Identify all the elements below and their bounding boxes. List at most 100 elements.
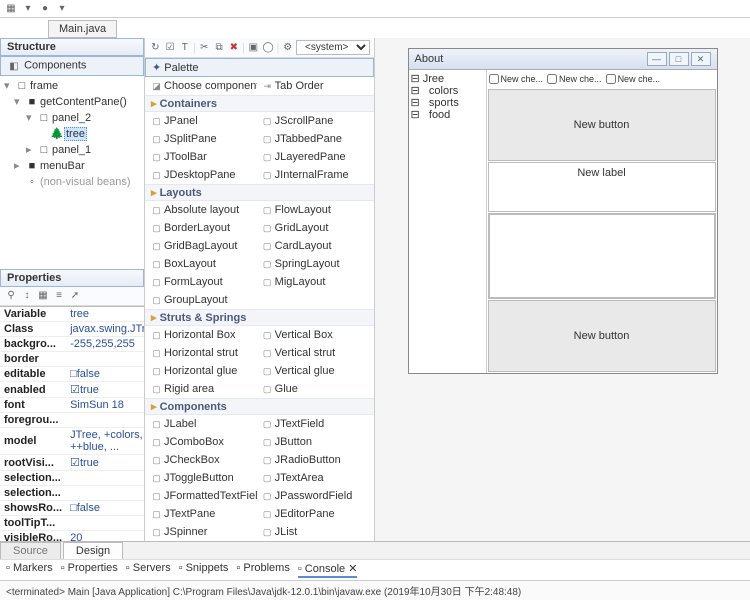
palette-item[interactable]: ▢JScrollPane — [262, 113, 368, 129]
palette-item[interactable]: ▢JLayeredPane — [262, 149, 368, 165]
property-row[interactable]: toolTipT... — [0, 516, 144, 531]
text-icon[interactable]: T — [178, 41, 191, 55]
palette-category[interactable]: Layouts — [145, 184, 374, 201]
palette-item[interactable]: ▢JFormattedTextField — [151, 488, 257, 504]
minimize-button[interactable]: — — [647, 52, 667, 66]
tree-node[interactable]: 🌲tree — [2, 126, 142, 142]
palette-item[interactable]: ▢GridBagLayout — [151, 238, 257, 254]
property-row[interactable]: showsRo...□false — [0, 501, 144, 516]
tree-node[interactable]: ◦(non-visual beans) — [2, 174, 142, 190]
view-tab[interactable]: ▫ Snippets — [179, 562, 229, 578]
view-tab[interactable]: ▫ Markers — [6, 562, 53, 578]
preview-checkbox[interactable]: New che... — [606, 74, 661, 84]
palette-item[interactable]: ▢Horizontal Box — [151, 327, 257, 343]
delete-icon[interactable]: ✖ — [227, 41, 240, 55]
palette-item[interactable]: ▢JCheckBox — [151, 452, 257, 468]
tab-design[interactable]: Design — [63, 542, 123, 559]
properties-table[interactable]: VariabletreeClassjavax.swing.JTreebackgr… — [0, 307, 144, 541]
palette-item[interactable]: ▢Vertical Box — [262, 327, 368, 343]
palette-item[interactable]: ▢Rigid area — [151, 381, 257, 397]
property-row[interactable]: selection... — [0, 471, 144, 486]
prop-icon[interactable]: ▦ — [36, 289, 50, 303]
property-row[interactable]: fontSimSun 18 — [0, 398, 144, 413]
preview-checkbox[interactable]: New che... — [547, 74, 602, 84]
palette-item[interactable]: ▢JTabbedPane — [262, 131, 368, 147]
palette-category[interactable]: Struts & Springs — [145, 309, 374, 326]
tool-icon[interactable]: ◯ — [262, 41, 275, 55]
tab-order[interactable]: ⇥Tab Order — [262, 78, 368, 94]
close-button[interactable]: ✕ — [691, 52, 711, 66]
palette-item[interactable]: ▢JToggleButton — [151, 470, 257, 486]
palette-item[interactable]: ▢JInternalFrame — [262, 167, 368, 183]
preview-checkbox[interactable]: New che... — [489, 74, 544, 84]
property-row[interactable]: editable□false — [0, 367, 144, 382]
palette-item[interactable]: ▢Vertical glue — [262, 363, 368, 379]
palette-item[interactable]: ▢BorderLayout — [151, 220, 257, 236]
palette-category[interactable]: Containers — [145, 95, 374, 112]
tree-node[interactable]: ▾■getContentPane() — [2, 94, 142, 110]
view-tab[interactable]: ▫ Problems — [236, 562, 289, 578]
palette-item[interactable]: ▢JComboBox — [151, 434, 257, 450]
palette-item[interactable]: ▢JDesktopPane — [151, 167, 257, 183]
palette-item[interactable]: ▢BoxLayout — [151, 256, 257, 272]
property-row[interactable]: Variabletree — [0, 307, 144, 322]
palette-body[interactable]: Containers▢JPanel ▢JScrollPane ▢JSplitPane… — [145, 95, 374, 541]
palette-item[interactable]: ▢Horizontal strut — [151, 345, 257, 361]
tool-icon[interactable]: ▦ — [4, 2, 18, 16]
property-row[interactable]: foregrou... — [0, 413, 144, 428]
gear-icon[interactable]: ⚙ — [281, 41, 294, 55]
palette-item[interactable]: ▢JSplitPane — [151, 131, 257, 147]
property-row[interactable]: selection... — [0, 486, 144, 501]
view-tab[interactable]: ▫ Servers — [126, 562, 171, 578]
dropdown-icon[interactable]: ▾ — [55, 2, 69, 16]
maximize-button[interactable]: □ — [669, 52, 689, 66]
palette-item[interactable]: ▢Horizontal glue — [151, 363, 257, 379]
palette-item[interactable]: ▢JTextPane — [151, 506, 257, 522]
property-row[interactable]: Classjavax.swing.JTree — [0, 322, 144, 337]
copy-icon[interactable]: ⧉ — [213, 41, 226, 55]
property-row[interactable]: visibleRo...20 — [0, 531, 144, 541]
palette-item[interactable]: ▢JPanel — [151, 113, 257, 129]
palette-item[interactable]: ▢JTextField — [262, 416, 368, 432]
tree-node[interactable]: ▸□panel_1 — [2, 142, 142, 158]
property-row[interactable]: backgro...-255,255,255 — [0, 337, 144, 352]
preview-tree[interactable]: ⊟ Jree⊟ colors⊟ sports⊟ food — [409, 70, 487, 373]
tree-node[interactable]: ▾□panel_2 — [2, 110, 142, 126]
view-tab[interactable]: ▫ Properties — [61, 562, 118, 578]
tree-node[interactable]: ▾□frame — [2, 78, 142, 94]
goto-icon[interactable]: ➚ — [68, 289, 82, 303]
palette-item[interactable]: ▢FlowLayout — [262, 202, 368, 218]
preview-new-button-1[interactable]: New button — [488, 89, 716, 161]
palette-item[interactable]: ▢GridLayout — [262, 220, 368, 236]
dropdown-icon[interactable]: ▾ — [21, 2, 35, 16]
property-row[interactable]: rootVisi...☑true — [0, 455, 144, 471]
palette-item[interactable]: ▢GroupLayout — [151, 292, 257, 308]
palette-item[interactable]: ▢CardLayout — [262, 238, 368, 254]
view-tab[interactable]: ▫ Console ✕ — [298, 562, 358, 578]
palette-item[interactable]: ▢FormLayout — [151, 274, 257, 290]
palette-item[interactable]: ▢Absolute layout — [151, 202, 257, 218]
component-tree[interactable]: ▾□frame▾■getContentPane()▾□panel_2🌲tree▸… — [0, 76, 144, 192]
property-row[interactable]: border — [0, 352, 144, 367]
palette-item[interactable]: ▢JButton — [262, 434, 368, 450]
palette-item[interactable]: ▢JToolBar — [151, 149, 257, 165]
palette-item[interactable]: ▢JEditorPane — [262, 506, 368, 522]
tool-icon[interactable]: ☑ — [164, 41, 177, 55]
palette-category[interactable]: Components — [145, 398, 374, 415]
palette-item[interactable]: ▢JLabel — [151, 416, 257, 432]
prop-icon[interactable]: ≡ — [52, 289, 66, 303]
palette-item[interactable]: ▢JSpinner — [151, 524, 257, 540]
palette-item[interactable]: ▢SpringLayout — [262, 256, 368, 272]
palette-item[interactable]: ▢Vertical strut — [262, 345, 368, 361]
cut-icon[interactable]: ✂ — [198, 41, 211, 55]
palette-item[interactable]: ▢JList — [262, 524, 368, 540]
palette-item[interactable]: ▢JPasswordField — [262, 488, 368, 504]
tool-icon[interactable]: ● — [38, 2, 52, 16]
preview-new-button-2[interactable]: New button — [488, 300, 716, 372]
file-tab[interactable]: Main.java — [48, 20, 117, 38]
design-canvas[interactable]: About — □ ✕ ⊟ Jree⊟ colors⊟ sports⊟ food… — [375, 38, 750, 541]
palette-item[interactable]: ▢JRadioButton — [262, 452, 368, 468]
palette-item[interactable]: ▢JTextArea — [262, 470, 368, 486]
tree-node[interactable]: ▸■menuBar — [2, 158, 142, 174]
palette-item[interactable]: ▢Glue — [262, 381, 368, 397]
